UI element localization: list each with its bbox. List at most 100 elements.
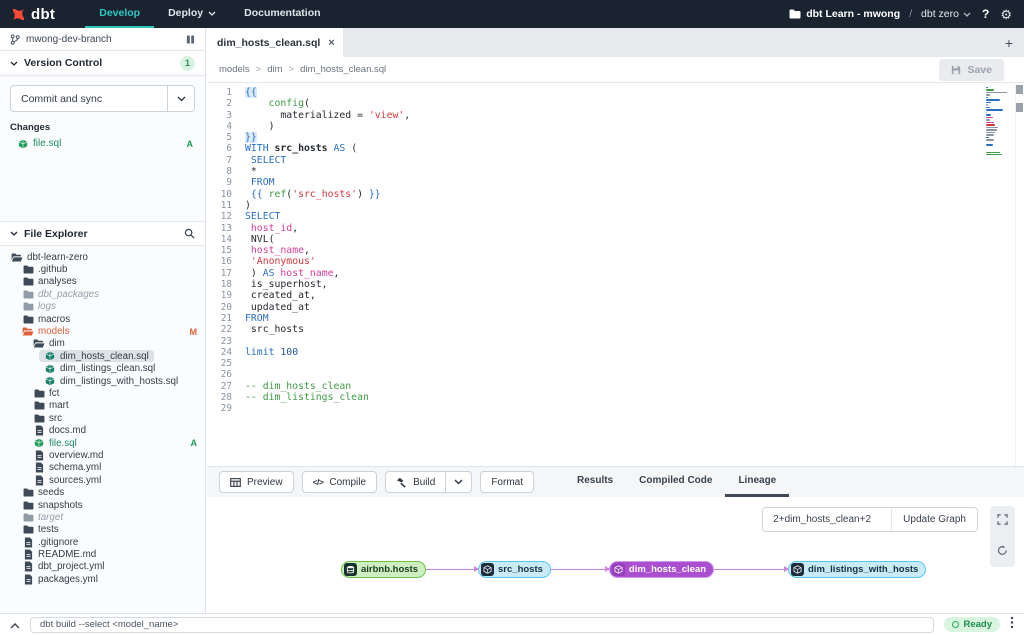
line-number: 29: [207, 403, 232, 414]
preview-button[interactable]: Preview: [219, 471, 294, 493]
code-line: }}: [245, 132, 1024, 143]
tab-results[interactable]: Results: [564, 467, 626, 497]
settings-gear-icon[interactable]: ⚙: [1000, 8, 1012, 21]
tree-item-mart[interactable]: mart: [0, 400, 205, 412]
git-branch-row[interactable]: mwong-dev-branch: [0, 28, 205, 51]
command-input[interactable]: dbt build --select <model_name>: [30, 617, 934, 633]
tree-item-dbt_packages[interactable]: dbt_packages: [0, 288, 205, 300]
tree-item-overview.md[interactable]: overview.md: [0, 449, 205, 461]
code-line: {{ ref('src_hosts') }}: [245, 189, 1024, 200]
tree-item-label: seeds: [38, 487, 64, 498]
folder-icon: [22, 315, 34, 324]
tree-item-schema.yml[interactable]: schema.yml: [0, 462, 205, 474]
tree-item-macros[interactable]: macros: [0, 313, 205, 325]
version-control-header[interactable]: Version Control 1: [0, 51, 205, 76]
minimap-line: [986, 119, 990, 120]
tab-lineage[interactable]: Lineage: [725, 467, 789, 497]
lineage-node-dim_listings_with_hosts[interactable]: dim_listings_with_hosts: [788, 561, 926, 578]
tree-item-docs.md[interactable]: docs.md: [0, 424, 205, 436]
menu-documentation[interactable]: Documentation: [230, 0, 334, 28]
project-selector[interactable]: dbt zero: [921, 8, 971, 20]
breadcrumb-file[interactable]: dim_hosts_clean.sql: [300, 64, 386, 75]
update-graph-button[interactable]: Update Graph: [891, 508, 977, 531]
tab-compiled-code[interactable]: Compiled Code: [626, 467, 725, 497]
build-button[interactable]: Build: [385, 471, 446, 493]
close-tab-icon[interactable]: ×: [328, 37, 334, 49]
dbt-logo[interactable]: dbt: [10, 6, 55, 23]
tree-item-dbt-learn-zero[interactable]: dbt-learn-zero: [0, 251, 205, 263]
tree-item-label: tests: [38, 524, 59, 535]
commit-dropdown-caret[interactable]: [167, 86, 194, 111]
build-dropdown-caret[interactable]: [446, 471, 472, 493]
tree-item-dim_listings_clean.sql[interactable]: dim_listings_clean.sql: [0, 363, 205, 375]
changed-file-row[interactable]: file.sql A: [10, 138, 195, 149]
minimap-line: [986, 87, 988, 88]
line-number: 9: [207, 177, 232, 188]
overflow-menu-icon[interactable]: [1010, 616, 1014, 634]
save-button[interactable]: Save: [939, 59, 1004, 81]
code-line: is_superhost,: [245, 279, 1024, 290]
menu-develop[interactable]: Develop: [85, 0, 154, 28]
tree-item-.github[interactable]: .github: [0, 263, 205, 275]
source-database-icon: [344, 563, 357, 576]
tree-item-dim_listings_with_hosts.sql[interactable]: dim_listings_with_hosts.sql: [0, 375, 205, 387]
commit-button-label[interactable]: Commit and sync: [11, 86, 167, 111]
breadcrumb-models[interactable]: models: [219, 64, 250, 75]
help-button[interactable]: ?: [980, 7, 991, 21]
tree-item-snapshots[interactable]: snapshots: [0, 499, 205, 511]
tree-item-analyses[interactable]: analyses: [0, 276, 205, 288]
tree-item-target[interactable]: target: [0, 511, 205, 523]
file-explorer-header[interactable]: File Explorer: [0, 221, 205, 246]
code-editor[interactable]: 1234567891011121314151617181920212223242…: [207, 83, 1024, 466]
panel-layout-icon[interactable]: [186, 35, 195, 44]
lineage-node-airbnb.hosts[interactable]: airbnb.hosts: [341, 561, 426, 578]
tree-item-file.sql[interactable]: file.sqlA: [0, 437, 205, 449]
lineage-graph[interactable]: airbnb.hosts src_hosts dim_hosts_clean dim_…: [341, 561, 926, 578]
tree-item-logs[interactable]: logs: [0, 301, 205, 313]
folder-icon: [789, 9, 801, 19]
compile-button[interactable]: </> Compile: [302, 471, 377, 493]
editor-scrollbar[interactable]: [1015, 83, 1024, 466]
tree-item-.gitignore[interactable]: .gitignore: [0, 536, 205, 548]
line-number: 25: [207, 358, 232, 369]
code-pane[interactable]: {{ config( materialized = 'view', )}}WIT…: [239, 83, 1024, 466]
line-number: 5: [207, 132, 232, 143]
expand-console-chevron-icon[interactable]: [10, 616, 20, 634]
tree-item-label: dbt-learn-zero: [27, 252, 88, 263]
tree-item-README.md[interactable]: README.md: [0, 548, 205, 560]
model-cube-icon: [481, 563, 494, 576]
lineage-node-src_hosts[interactable]: src_hosts: [478, 561, 551, 578]
tree-item-dim[interactable]: dim: [0, 338, 205, 350]
tree-item-seeds[interactable]: seeds: [0, 486, 205, 498]
commit-and-sync-button[interactable]: Commit and sync: [10, 85, 195, 112]
tree-item-fct[interactable]: fct: [0, 387, 205, 399]
tree-item-dim_hosts_clean.sql[interactable]: dim_hosts_clean.sql: [0, 350, 205, 362]
folder-open-icon: [11, 253, 23, 262]
menu-deploy[interactable]: Deploy: [154, 0, 230, 28]
tree-item-models[interactable]: modelsM: [0, 325, 205, 337]
lineage-selector-input[interactable]: [763, 508, 891, 531]
file-icon: [33, 450, 45, 461]
new-tab-button[interactable]: +: [994, 28, 1024, 57]
tree-item-sources.yml[interactable]: sources.yml: [0, 474, 205, 486]
fullscreen-icon[interactable]: [997, 512, 1008, 530]
file-search-icon[interactable]: [184, 228, 195, 239]
account-selector[interactable]: dbt Learn - mwong: [789, 8, 900, 20]
tree-item-dbt_project.yml[interactable]: dbt_project.yml: [0, 561, 205, 573]
scrollbar-mark: [1016, 103, 1023, 112]
breadcrumb-dim[interactable]: dim: [267, 64, 282, 75]
editor-minimap[interactable]: [986, 87, 1010, 159]
lineage-node-dim_hosts_clean[interactable]: dim_hosts_clean: [609, 561, 714, 578]
tree-item-packages.yml[interactable]: packages.yml: [0, 573, 205, 585]
reset-view-icon[interactable]: [997, 543, 1008, 561]
tree-item-tests[interactable]: tests: [0, 524, 205, 536]
file-icon: [22, 549, 34, 560]
minimap-line: [986, 112, 987, 113]
format-button[interactable]: Format: [480, 471, 534, 493]
code-line: src_hosts: [245, 324, 1024, 335]
tree-item-src[interactable]: src: [0, 412, 205, 424]
breadcrumb: models > dim > dim_hosts_clean.sql Save: [207, 57, 1024, 83]
line-number: 3: [207, 110, 232, 121]
editor-tab-active[interactable]: dim_hosts_clean.sql ×: [207, 28, 343, 57]
code-line: host_name,: [245, 245, 1024, 256]
